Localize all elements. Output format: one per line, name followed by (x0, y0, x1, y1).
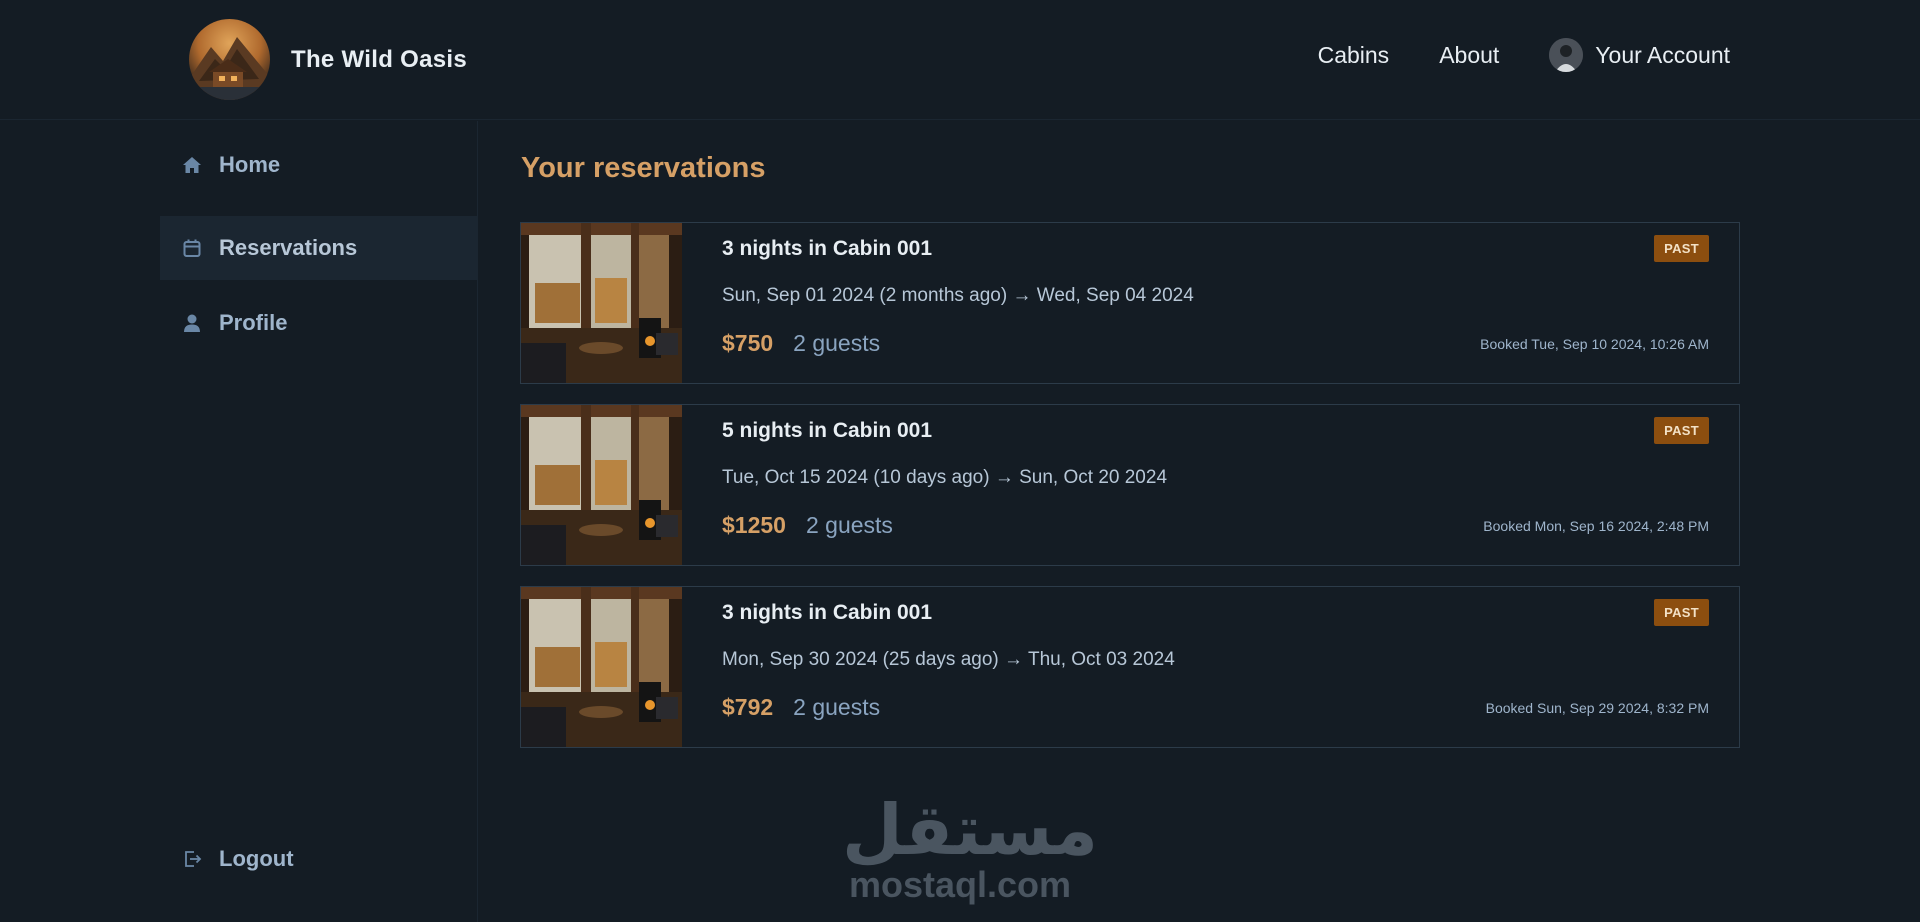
reservation-details: 5 nights in Cabin 001 Tue, Oct 15 2024 (… (682, 405, 1739, 565)
cabin-image (521, 405, 682, 565)
reservation-card: 5 nights in Cabin 001 Tue, Oct 15 2024 (… (520, 404, 1740, 566)
avatar (1549, 38, 1584, 72)
reservation-guests: 2 guests (793, 330, 881, 356)
reservation-title: 3 nights in Cabin 001 (722, 601, 933, 624)
reservation-price: $1250 (722, 512, 786, 538)
reservation-dates: Sun, Sep 01 2024 (2 months ago) → Wed, S… (722, 285, 1194, 306)
site-header: The Wild Oasis Cabins About Your Account (0, 0, 1920, 120)
sidebar-item-home[interactable]: Home (160, 133, 478, 197)
sidebar-item-reservations[interactable]: Reservations (160, 216, 478, 280)
logout-button[interactable]: Logout (160, 827, 478, 891)
page-title: Your reservations (521, 152, 766, 184)
reservation-details: 3 nights in Cabin 001 Mon, Sep 30 2024 (… (682, 587, 1739, 747)
cabin-image (521, 223, 682, 383)
status-badge: PAST (1654, 599, 1709, 626)
reservation-summary: $792 2 guests (722, 694, 880, 721)
cabin-image (521, 587, 682, 747)
main-nav: Cabins About Your Account (1318, 38, 1730, 72)
logo-link[interactable]: The Wild Oasis (189, 19, 467, 100)
home-icon (181, 154, 203, 176)
sidebar-item-label: Profile (219, 310, 288, 335)
reservation-summary: $750 2 guests (722, 330, 880, 357)
reservation-dates: Tue, Oct 15 2024 (10 days ago) → Sun, Oc… (722, 467, 1168, 488)
logout-label: Logout (219, 846, 294, 871)
watermark-arabic: مستقل (842, 789, 1099, 871)
reservation-price: $792 (722, 694, 774, 720)
reservation-guests: 2 guests (793, 694, 881, 720)
watermark-latin: mostaql.com (848, 864, 1072, 905)
sidebar: Home Reservations Profile Logout (0, 121, 478, 922)
status-badge: PAST (1654, 235, 1709, 262)
reservation-details: 3 nights in Cabin 001 Sun, Sep 01 2024 (… (682, 223, 1739, 383)
reservation-guests: 2 guests (805, 512, 893, 538)
sidebar-item-label: Home (219, 152, 281, 177)
booked-date: Booked Mon, Sep 16 2024, 2:48 PM (1483, 518, 1709, 534)
mostaql-watermark: مستقل mostaql.com (842, 789, 1099, 905)
logout-icon (181, 848, 203, 870)
reservation-title: 5 nights in Cabin 001 (722, 419, 933, 442)
calendar-icon (181, 237, 203, 259)
nav-account-label: Your Account (1595, 41, 1730, 68)
reservation-summary: $1250 2 guests (722, 512, 893, 539)
user-icon (181, 312, 203, 334)
reservation-card: 3 nights in Cabin 001 Sun, Sep 01 2024 (… (520, 222, 1740, 384)
sidebar-item-profile[interactable]: Profile (160, 291, 478, 355)
nav-about[interactable]: About (1439, 42, 1499, 69)
reservation-dates: Mon, Sep 30 2024 (25 days ago) → Thu, Oc… (722, 649, 1175, 670)
status-badge: PAST (1654, 417, 1709, 444)
reservation-card: 3 nights in Cabin 001 Mon, Sep 30 2024 (… (520, 586, 1740, 748)
nav-cabins[interactable]: Cabins (1318, 42, 1390, 69)
nav-account[interactable]: Your Account (1549, 38, 1730, 72)
sidebar-item-label: Reservations (219, 235, 358, 260)
booked-date: Booked Sun, Sep 29 2024, 8:32 PM (1485, 700, 1709, 716)
brand-name: The Wild Oasis (291, 45, 468, 73)
reservation-price: $750 (722, 330, 774, 356)
logo-image (189, 19, 270, 100)
booked-date: Booked Tue, Sep 10 2024, 10:26 AM (1480, 336, 1709, 352)
reservation-title: 3 nights in Cabin 001 (722, 237, 933, 260)
